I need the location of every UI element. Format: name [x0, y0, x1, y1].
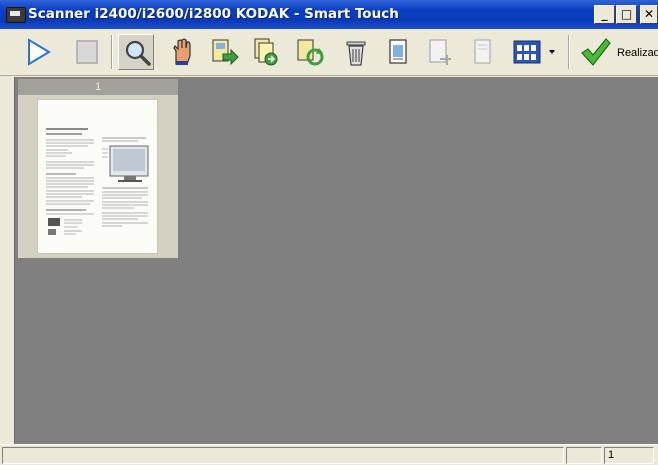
start-scan-button[interactable]: [20, 34, 56, 70]
delete-pages-button[interactable]: [338, 34, 374, 70]
status-message-panel: [2, 447, 564, 464]
close-button[interactable]: ✕: [640, 5, 658, 24]
window-title: Scanner i2400/i2600/i2800 KODAK - Smart …: [28, 6, 399, 22]
rotate-pages-button[interactable]: [292, 34, 328, 70]
scanner-app-icon[interactable]: [6, 7, 26, 23]
blank-page-button[interactable]: [464, 34, 500, 70]
view-mode-button[interactable]: [509, 34, 545, 70]
sort-pages-button[interactable]: [248, 34, 284, 70]
pan-button[interactable]: [164, 34, 200, 70]
view-mode-dropdown-arrow-icon[interactable]: [549, 50, 555, 54]
send-pages-button[interactable]: [206, 34, 242, 70]
stop-scan-button[interactable]: [69, 34, 105, 70]
crop-page-button[interactable]: [422, 34, 458, 70]
page-count: 1: [604, 447, 654, 464]
status-panel: [566, 447, 602, 464]
play-icon: [28, 38, 51, 66]
title-bar: Scanner i2400/i2600/i2800 KODAK - Smart …: [0, 0, 658, 29]
thumbnail-view-icon: [513, 40, 541, 64]
page-arrow-icon: [212, 39, 239, 66]
maximize-button[interactable]: □: [616, 5, 637, 24]
page-thumbnail-area[interactable]: 1: [14, 77, 658, 444]
toolbar-separator: [568, 35, 570, 69]
page-rotate-icon: [297, 39, 324, 66]
page-edit-icon: [389, 39, 407, 64]
toolbar: Realizad: [0, 29, 658, 76]
trash-icon: [346, 41, 366, 66]
page-crop-disabled-icon: [429, 39, 451, 65]
minimize-button[interactable]: _: [594, 5, 615, 24]
checkmark-icon: [581, 38, 611, 66]
hand-icon: [173, 38, 191, 65]
page-sort-icon: [254, 38, 278, 66]
magnifier-icon: [125, 40, 151, 66]
stop-icon: [76, 40, 98, 64]
status-bar: 1: [0, 444, 658, 465]
thumbnail-cell[interactable]: [18, 95, 178, 258]
done-label: Realizad: [617, 47, 658, 59]
toolbar-separator: [111, 35, 113, 69]
scanned-page-thumbnail[interactable]: [38, 100, 157, 253]
page-preview-image: [46, 128, 149, 235]
edit-page-button[interactable]: [380, 34, 416, 70]
thumbnail-number: 1: [18, 79, 178, 95]
page-blank-disabled-icon: [474, 39, 491, 64]
zoom-button[interactable]: [118, 34, 154, 70]
